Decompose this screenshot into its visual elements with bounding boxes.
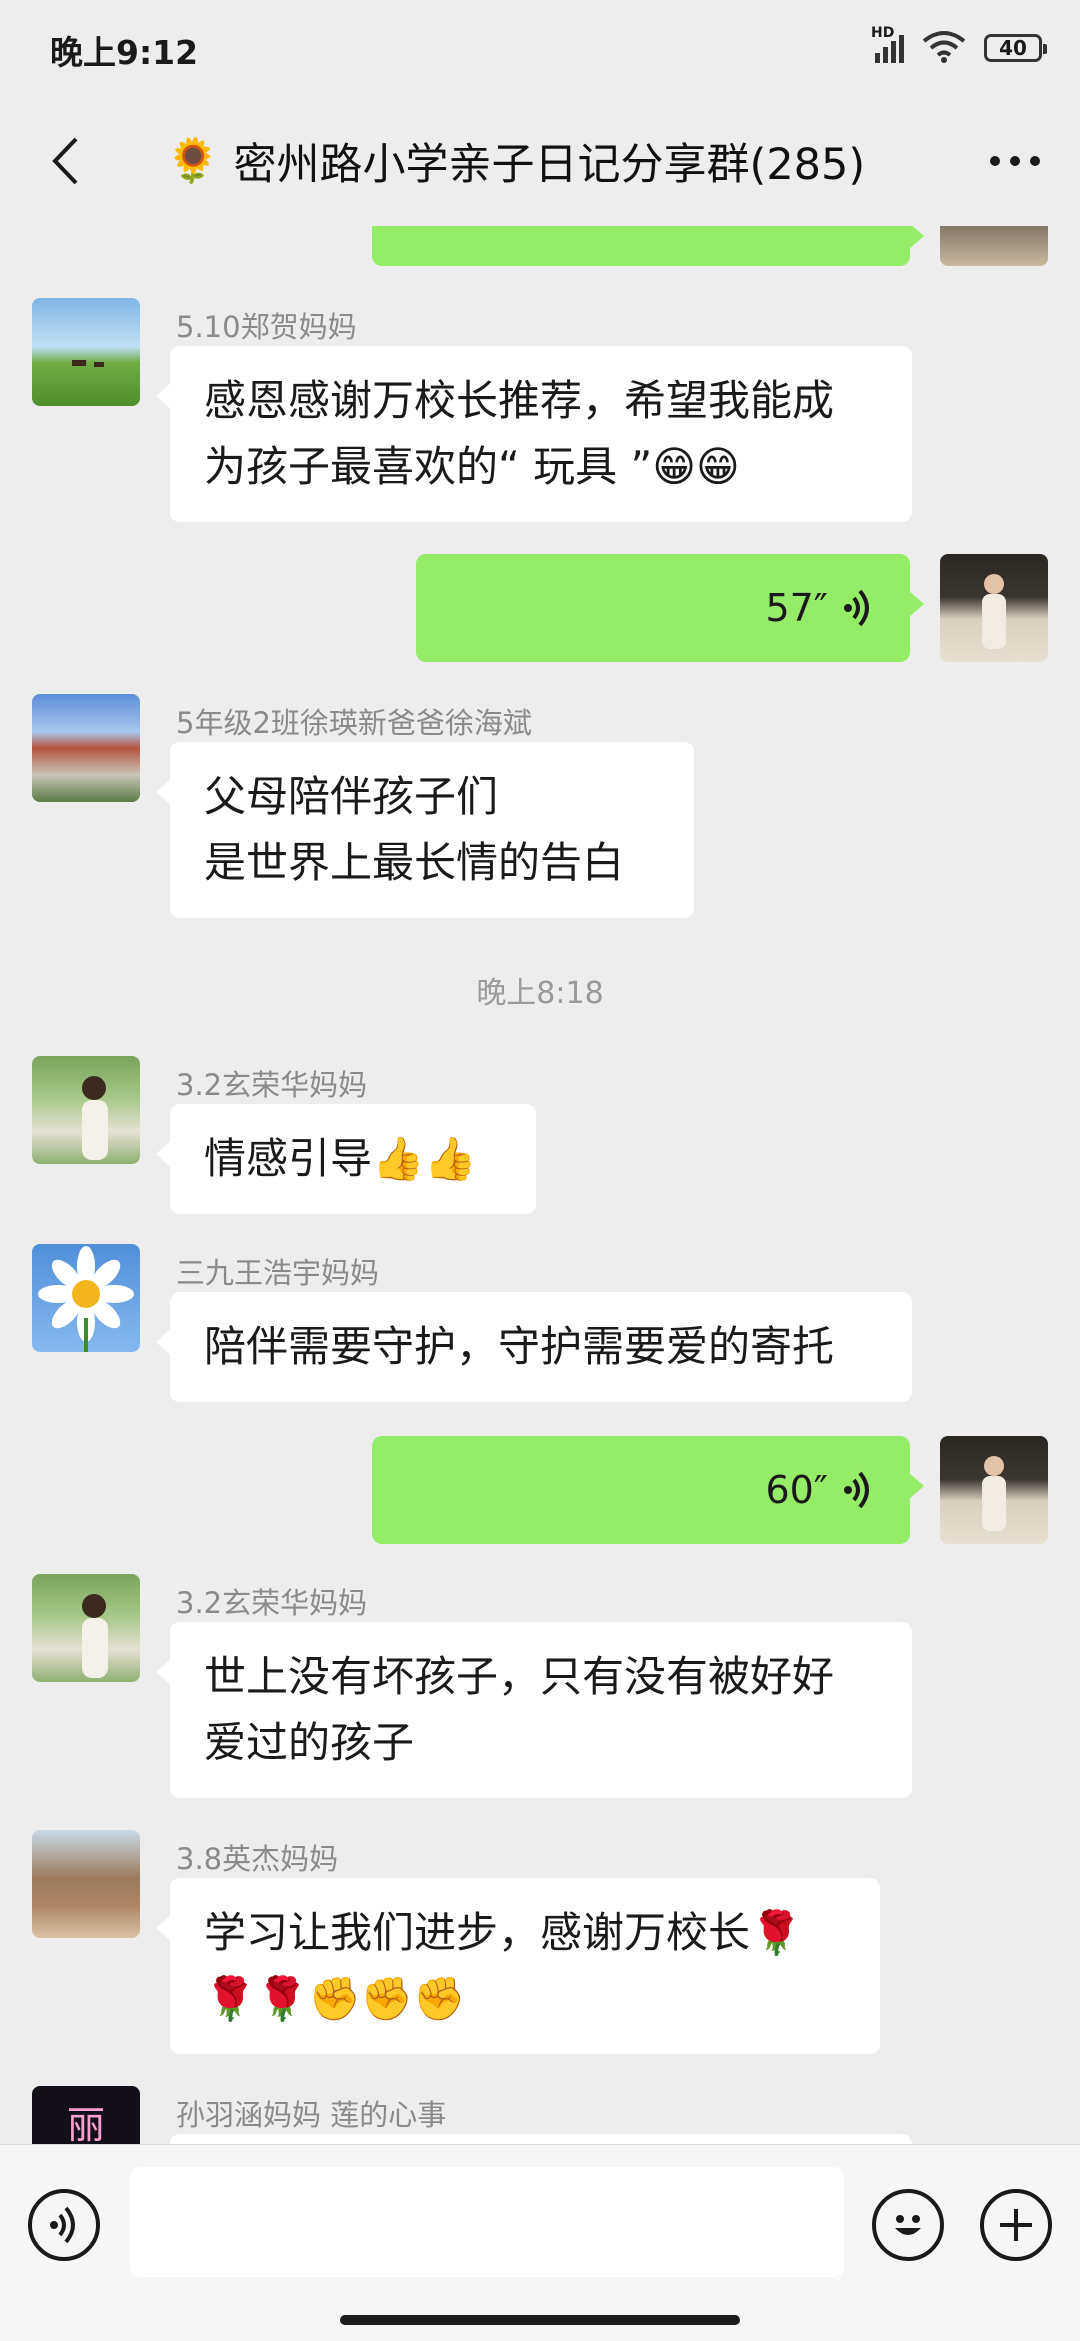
plus-button[interactable]	[980, 2189, 1052, 2261]
sender-name: 三九王浩宇妈妈	[176, 1256, 380, 1290]
avatar-xuan-ronghua-mama[interactable]	[32, 1574, 140, 1682]
home-indicator[interactable]	[340, 2315, 740, 2325]
timestamp: 晚上8:18	[476, 976, 604, 1011]
signal-icon: HD	[871, 25, 904, 63]
message-bubble[interactable]: 陪伴需要守护，守护需要爱的寄托	[156, 1292, 912, 1402]
message-line: 情感引导👍👍	[204, 1134, 477, 1183]
message-line: 为孩子最喜欢的“ 玩具 ”😁😁	[204, 442, 740, 491]
plus-icon	[1000, 2209, 1032, 2241]
input-bar	[0, 2144, 1080, 2341]
back-button[interactable]	[30, 126, 100, 196]
voice-toggle-button[interactable]	[28, 2189, 100, 2261]
sender-name: 3.8英杰妈妈	[176, 1842, 339, 1876]
status-time: 晚上9:12	[50, 33, 199, 72]
chat-title: 🌻 密州路小学亲子日记分享群(285)	[166, 130, 865, 192]
message-line: 世上没有坏孩子，只有没有被好好	[204, 1652, 835, 1701]
hd-label: HD	[871, 25, 895, 41]
message-bubble-partial[interactable]	[372, 226, 924, 266]
message-line: 感恩感谢万校长推荐，希望我能成	[204, 376, 835, 425]
chat-messages[interactable]: 5.10郑贺妈妈 感恩感谢万校长推荐，希望我能成 为孩子最喜欢的“ 玩具 ”😁😁…	[0, 226, 1080, 2144]
message-bubble[interactable]: 学习让我们进步，感谢万校长🌹 🌹🌹✊✊✊	[156, 1878, 880, 2054]
my-avatar[interactable]	[940, 226, 1048, 266]
my-avatar[interactable]	[940, 554, 1048, 662]
sender-name: 5年级2班徐瑛新爸爸徐海斌	[176, 706, 532, 740]
message-bubble[interactable]: 世上没有坏孩子，只有没有被好好 爱过的孩子	[156, 1622, 912, 1798]
message-line: 🌹🌹✊✊✊	[204, 1974, 466, 2023]
avatar-wang-haoyu-mama[interactable]	[32, 1244, 140, 1352]
voice-toggle-icon	[50, 2206, 75, 2244]
avatar-text: 丽	[66, 2103, 105, 2144]
voice-duration: 60″	[765, 1468, 828, 1512]
message-line: 学习让我们进步，感谢万校长🌹	[204, 1908, 803, 1957]
avatar-xu-haibin[interactable]	[32, 694, 140, 802]
chat-title-text: 密州路小学亲子日记分享群(285)	[233, 140, 866, 190]
sender-name: 3.2玄荣华妈妈	[176, 1068, 368, 1102]
message-input[interactable]	[130, 2167, 844, 2277]
back-arrow-icon	[52, 137, 78, 185]
more-icon	[990, 156, 1040, 166]
sender-name: 5.10郑贺妈妈	[176, 310, 357, 344]
voice-duration: 57″	[765, 586, 828, 630]
voice-message-bubble[interactable]: 60″	[372, 1436, 924, 1544]
message-bubble[interactable]: 父母陪伴孩子们 是世界上最长情的告白	[156, 742, 694, 918]
voice-message-bubble[interactable]: 57″	[416, 554, 924, 662]
battery-icon: 40	[984, 34, 1047, 62]
message-bubble[interactable]: 感恩感谢万校长推荐，希望我能成 为孩子最喜欢的“ 玩具 ”😁😁	[156, 346, 912, 522]
message-bubble-partial[interactable]	[170, 2134, 912, 2144]
status-bar: 晚上9:12 HD 40	[0, 0, 1080, 96]
avatar-yingjie-mama[interactable]	[32, 1830, 140, 1938]
more-button[interactable]	[980, 126, 1050, 196]
avatar-xuan-ronghua-mama[interactable]	[32, 1056, 140, 1164]
avatar-sun-yuhan-mama[interactable]: 丽	[32, 2086, 140, 2144]
message-line: 是世界上最长情的告白	[204, 838, 625, 887]
avatar-zhenghe-mama[interactable]	[32, 298, 140, 406]
chat-header: 🌻 密州路小学亲子日记分享群(285)	[0, 96, 1080, 226]
emoji-icon	[895, 2215, 921, 2235]
sender-name: 孙羽涵妈妈 莲的心事	[176, 2098, 447, 2132]
message-line: 陪伴需要守护，守护需要爱的寄托	[204, 1322, 835, 1371]
wifi-icon	[922, 29, 966, 67]
voice-wave-icon	[844, 589, 869, 627]
message-line: 爱过的孩子	[204, 1718, 415, 1767]
sender-name: 3.2玄荣华妈妈	[176, 1586, 368, 1620]
status-icons: HD 40	[871, 25, 1047, 70]
message-line: 父母陪伴孩子们	[204, 772, 499, 821]
message-bubble[interactable]: 情感引导👍👍	[156, 1104, 536, 1214]
my-avatar[interactable]	[940, 1436, 1048, 1544]
sunflower-icon: 🌻	[166, 136, 220, 186]
emoji-button[interactable]	[872, 2189, 944, 2261]
voice-wave-icon	[844, 1471, 869, 1509]
